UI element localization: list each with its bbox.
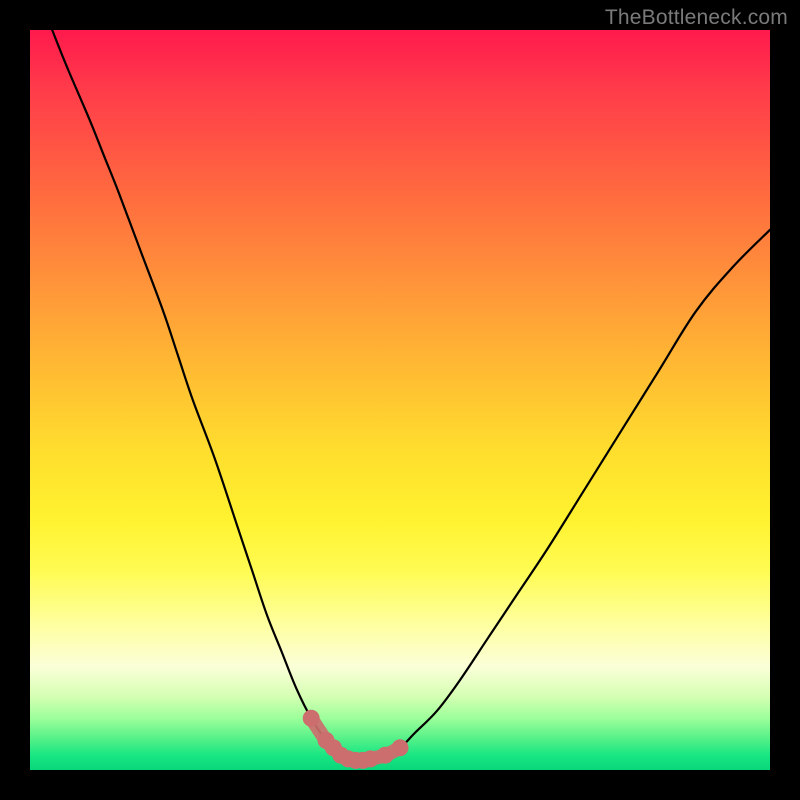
highlight-dot [362, 750, 379, 767]
bottleneck-highlight-dots [303, 710, 409, 769]
watermark-text: TheBottleneck.com [605, 6, 788, 30]
highlight-dot [377, 747, 394, 764]
curve-svg [30, 30, 770, 770]
bottleneck-curve [52, 30, 770, 761]
chart-frame: TheBottleneck.com [0, 0, 800, 800]
highlight-dot [303, 710, 320, 727]
plot-area [30, 30, 770, 770]
highlight-dot [392, 739, 409, 756]
